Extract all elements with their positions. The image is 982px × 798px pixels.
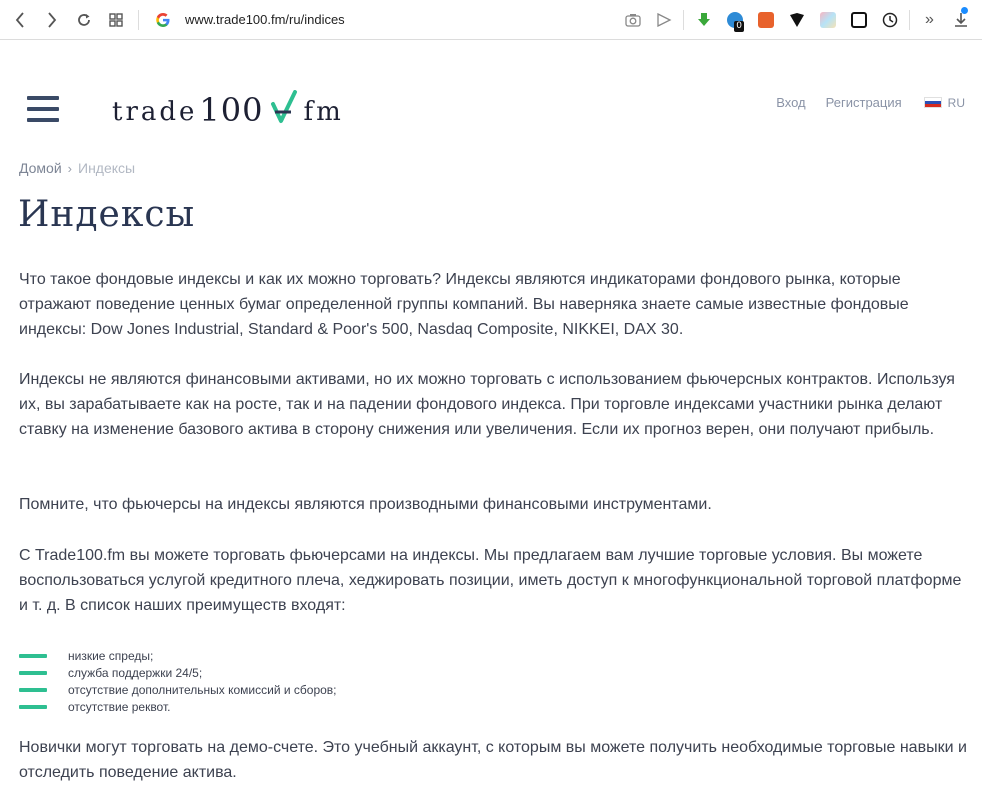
russian-flag-icon[interactable]: [923, 97, 942, 108]
bullet-bar: [19, 653, 47, 658]
logo-check-icon: [270, 90, 297, 123]
logo-text-100: 100: [199, 91, 264, 129]
list-item: низкие спреды;: [19, 647, 337, 664]
toolbar-divider: [138, 9, 139, 30]
hamburger-line: [27, 96, 59, 100]
download-icon: [954, 12, 967, 27]
list-item-text: служба поддержки 24/5;: [68, 665, 203, 680]
reload-button[interactable]: [68, 0, 100, 40]
download-arrow-icon: [697, 12, 710, 26]
list-item-text: отсутствие реквот.: [68, 699, 171, 714]
list-item: отсутствие реквот.: [19, 698, 337, 715]
download-indicator: [961, 6, 968, 14]
extension-cube[interactable]: [812, 0, 843, 40]
extension-orange[interactable]: [750, 0, 781, 40]
shield-icon: [789, 12, 804, 27]
extensions-divider: [683, 9, 684, 30]
address-bar[interactable]: www.trade100.fm/ru/indices: [185, 12, 617, 27]
more-extensions-button[interactable]: »: [914, 0, 945, 40]
advantages-list: низкие спреды; служба поддержки 24/5; от…: [19, 647, 337, 715]
breadcrumb-separator: ›: [67, 161, 72, 176]
browser-toolbar: www.trade100.fm/ru/indices 0 »: [0, 0, 982, 40]
grid-icon: [109, 12, 123, 27]
apps-button[interactable]: [100, 0, 132, 40]
extension-lock[interactable]: 0: [719, 0, 750, 40]
logo-text-fm: fm: [303, 97, 344, 127]
breadcrumb: Домой › Индексы: [19, 160, 135, 176]
downloads-button[interactable]: [945, 0, 976, 40]
cube-icon: [819, 11, 836, 28]
logo-text-trade: trade: [112, 97, 198, 127]
intro-paragraph: Что такое фондовые индексы и как их можн…: [19, 271, 909, 338]
hamburger-line: [27, 118, 59, 122]
list-item: отсутствие дополнительных комиссий и сбо…: [19, 681, 337, 698]
bullet-bar: [19, 670, 47, 675]
page-title: Индексы: [18, 194, 196, 235]
advantages-paragraph: С Trade100.fm вы можете торговать фьючер…: [19, 547, 962, 614]
language-selector[interactable]: RU: [948, 96, 965, 110]
breadcrumb-current: Индексы: [78, 160, 136, 176]
site-logo[interactable]: trade 100 fm: [112, 84, 344, 128]
chevron-right-icon: [48, 11, 57, 28]
breadcrumb-home-link[interactable]: Домой: [19, 160, 62, 176]
extension-shield[interactable]: [781, 0, 812, 40]
send-button[interactable]: [648, 0, 679, 40]
list-item-text: низкие спреды;: [68, 648, 154, 663]
forward-button[interactable]: [36, 0, 68, 40]
note-icon: [757, 11, 774, 28]
reload-icon: [78, 13, 90, 26]
camera-icon: [624, 13, 641, 27]
futures-paragraph: Индексы не являются финансовыми активами…: [19, 371, 955, 438]
send-icon: [656, 12, 671, 27]
extension-history[interactable]: [874, 0, 905, 40]
list-item: служба поддержки 24/5;: [19, 664, 337, 681]
register-link[interactable]: Регистрация: [826, 95, 902, 110]
extension-download[interactable]: [688, 0, 719, 40]
login-link[interactable]: Вход: [776, 95, 805, 110]
extension-frame[interactable]: [843, 0, 874, 40]
clock-icon: [882, 12, 897, 27]
google-icon: [156, 12, 170, 27]
double-chevron-icon: »: [925, 10, 934, 28]
menu-button[interactable]: [27, 96, 59, 124]
extensions-area: 0 »: [617, 0, 976, 40]
bullet-bar: [19, 687, 47, 692]
extensions-divider-2: [909, 9, 910, 30]
frame-icon: [850, 11, 867, 28]
back-button[interactable]: [4, 0, 36, 40]
derivatives-paragraph: Помните, что фьючерсы на индексы являютс…: [19, 496, 712, 513]
chevron-left-icon: [15, 11, 24, 28]
bullet-bar: [19, 704, 47, 709]
hamburger-line: [27, 107, 59, 111]
list-item-text: отсутствие дополнительных комиссий и сбо…: [68, 682, 337, 697]
extension-badge: 0: [734, 20, 744, 32]
screenshot-button[interactable]: [617, 0, 648, 40]
header-nav: Вход Регистрация RU: [776, 95, 965, 110]
demo-account-paragraph: Новички могут торговать на демо-счете. Э…: [19, 739, 967, 781]
